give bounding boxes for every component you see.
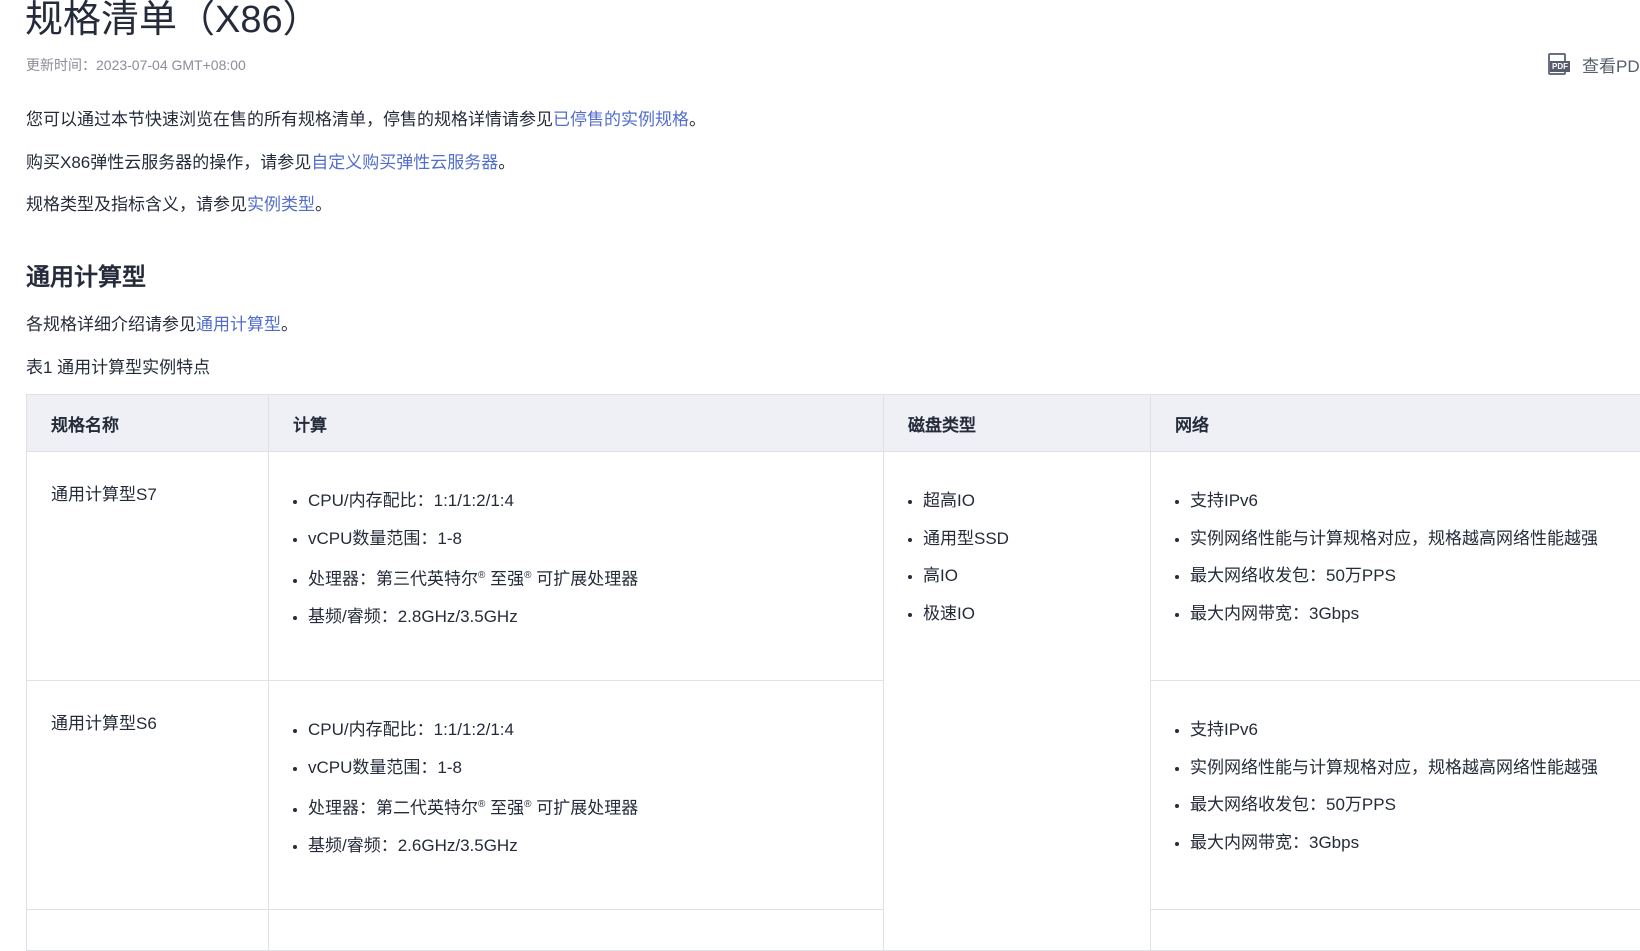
list-item: 实例网络性能与计算规格对应，规格越高网络性能越强 xyxy=(1190,520,1640,558)
table-header-row: 规格名称 计算 磁盘类型 网络 xyxy=(27,395,1640,452)
section-description: 各规格详细介绍请参见通用计算型。 xyxy=(26,310,298,335)
list-item: 处理器：第二代英特尔® 至强® 可扩展处理器 xyxy=(308,786,883,827)
list-item: 处理器：第三代英特尔® 至强® 可扩展处理器 xyxy=(308,557,883,598)
list-item: 通用型SSD xyxy=(923,520,1150,558)
list-item: 极速IO xyxy=(923,595,1150,633)
list-item: vCPU数量范围：1-8 xyxy=(308,749,883,787)
compute-cell: CPU/内存配比：1:1/1:2/1:4 vCPU数量范围：1-8 处理器：第二… xyxy=(269,681,884,910)
network-cell: 支持IPv6 实例网络性能与计算规格对应，规格越高网络性能越强 最大网络收发包：… xyxy=(1151,452,1640,681)
list-item: 高IO xyxy=(923,557,1150,595)
general-compute-link[interactable]: 通用计算型 xyxy=(196,315,281,334)
intro-paragraph-2: 购买X86弹性云服务器的操作，请参见自定义购买弹性云服务器。 xyxy=(26,148,515,173)
view-pdf-button[interactable]: PDF 查看PDF xyxy=(1548,52,1640,77)
section-heading: 通用计算型 xyxy=(26,257,146,292)
intro-paragraph-1: 您可以通过本节快速浏览在售的所有规格清单，停售的规格详情请参见已停售的实例规格。 xyxy=(26,105,706,130)
network-cell: 支持IPv6 实例网络性能与计算规格对应，规格越高网络性能越强 最大网络收发包：… xyxy=(1151,681,1640,910)
pdf-icon: PDF xyxy=(1548,53,1574,77)
list-item: 实例网络性能与计算规格对应，规格越高网络性能越强 xyxy=(1190,749,1640,787)
header-compute: 计算 xyxy=(269,395,884,452)
spec-name xyxy=(27,910,269,951)
header-network: 网络 xyxy=(1151,395,1640,452)
instance-types-link[interactable]: 实例类型 xyxy=(247,195,315,214)
intro-paragraph-3: 规格类型及指标含义，请参见实例类型。 xyxy=(26,190,332,215)
table-row xyxy=(27,910,1640,951)
list-item: 支持IPv6 xyxy=(1190,482,1640,520)
list-item: 基频/睿频：2.6GHz/3.5GHz xyxy=(308,827,883,865)
updated-time: 更新时间：2023-07-04 GMT+08:00 xyxy=(26,55,246,75)
compute-cell xyxy=(269,910,884,951)
network-cell xyxy=(1151,910,1640,951)
list-item: 最大内网带宽：3Gbps xyxy=(1190,595,1640,633)
list-item: 最大网络收发包：50万PPS xyxy=(1190,786,1640,824)
list-item: 基频/睿频：2.8GHz/3.5GHz xyxy=(308,598,883,636)
table-row: 通用计算型S7 CPU/内存配比：1:1/1:2/1:4 vCPU数量范围：1-… xyxy=(27,452,1640,681)
list-item: 支持IPv6 xyxy=(1190,711,1640,749)
table-caption: 表1 通用计算型实例特点 xyxy=(26,353,210,378)
list-item: CPU/内存配比：1:1/1:2/1:4 xyxy=(308,711,883,749)
disk-cell: 超高IO 通用型SSD 高IO 极速IO xyxy=(884,452,1151,951)
list-item: vCPU数量范围：1-8 xyxy=(308,520,883,558)
page-title: 规格清单（X86） xyxy=(25,0,321,43)
list-item: 最大网络收发包：50万PPS xyxy=(1190,557,1640,595)
list-item: CPU/内存配比：1:1/1:2/1:4 xyxy=(308,482,883,520)
spec-name: 通用计算型S6 xyxy=(27,681,269,910)
header-disk: 磁盘类型 xyxy=(884,395,1151,452)
spec-table: 规格名称 计算 磁盘类型 网络 通用计算型S7 CPU/内存配比：1:1/1:2… xyxy=(26,394,1640,951)
custom-purchase-link[interactable]: 自定义购买弹性云服务器 xyxy=(311,153,498,172)
spec-name: 通用计算型S7 xyxy=(27,452,269,681)
view-pdf-label: 查看PDF xyxy=(1582,52,1640,77)
list-item: 最大内网带宽：3Gbps xyxy=(1190,824,1640,862)
table-row: 通用计算型S6 CPU/内存配比：1:1/1:2/1:4 vCPU数量范围：1-… xyxy=(27,681,1640,910)
compute-cell: CPU/内存配比：1:1/1:2/1:4 vCPU数量范围：1-8 处理器：第三… xyxy=(269,452,884,681)
header-spec-name: 规格名称 xyxy=(27,395,269,452)
discontinued-specs-link[interactable]: 已停售的实例规格 xyxy=(553,110,689,129)
list-item: 超高IO xyxy=(923,482,1150,520)
